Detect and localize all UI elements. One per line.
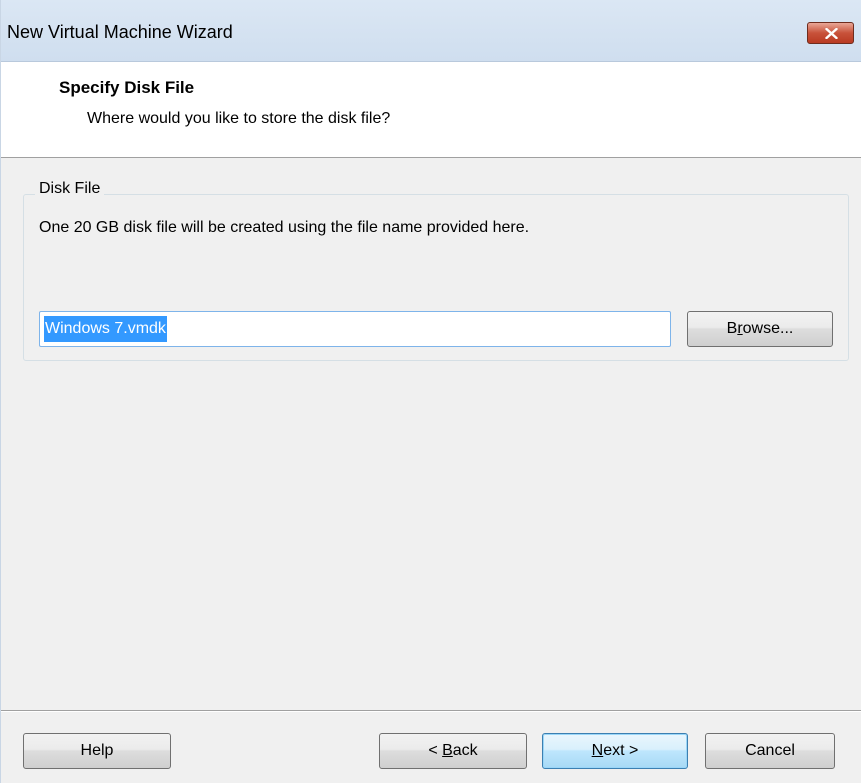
cancel-button[interactable]: Cancel [705,733,835,769]
page-subtitle: Where would you like to store the disk f… [87,110,391,127]
wizard-header: Specify Disk File Where would you like t… [1,62,861,158]
help-button[interactable]: Help [23,733,171,769]
selected-text: Windows 7.vmdk [44,316,167,342]
next-label: Next > [591,742,639,759]
footer-divider [1,710,861,712]
wizard-window: New Virtual Machine Wizard Specify Disk … [0,0,861,783]
title-bar[interactable]: New Virtual Machine Wizard [1,0,861,62]
cancel-label: Cancel [745,742,795,759]
browse-label: Browse... [726,320,794,337]
disk-file-name-input[interactable]: Windows 7.vmdk [39,311,671,347]
disk-file-description: One 20 GB disk file will be created usin… [39,219,530,236]
back-label: < Back [428,742,478,759]
close-button[interactable] [807,22,854,44]
window-title: New Virtual Machine Wizard [7,22,233,42]
close-icon [825,28,838,39]
page-title: Specify Disk File [59,78,195,97]
back-button[interactable]: < Back [379,733,527,769]
next-button[interactable]: Next > [542,733,688,769]
browse-button[interactable]: Browse... [687,311,833,347]
help-label: Help [80,742,114,759]
group-label: Disk File [35,180,105,198]
